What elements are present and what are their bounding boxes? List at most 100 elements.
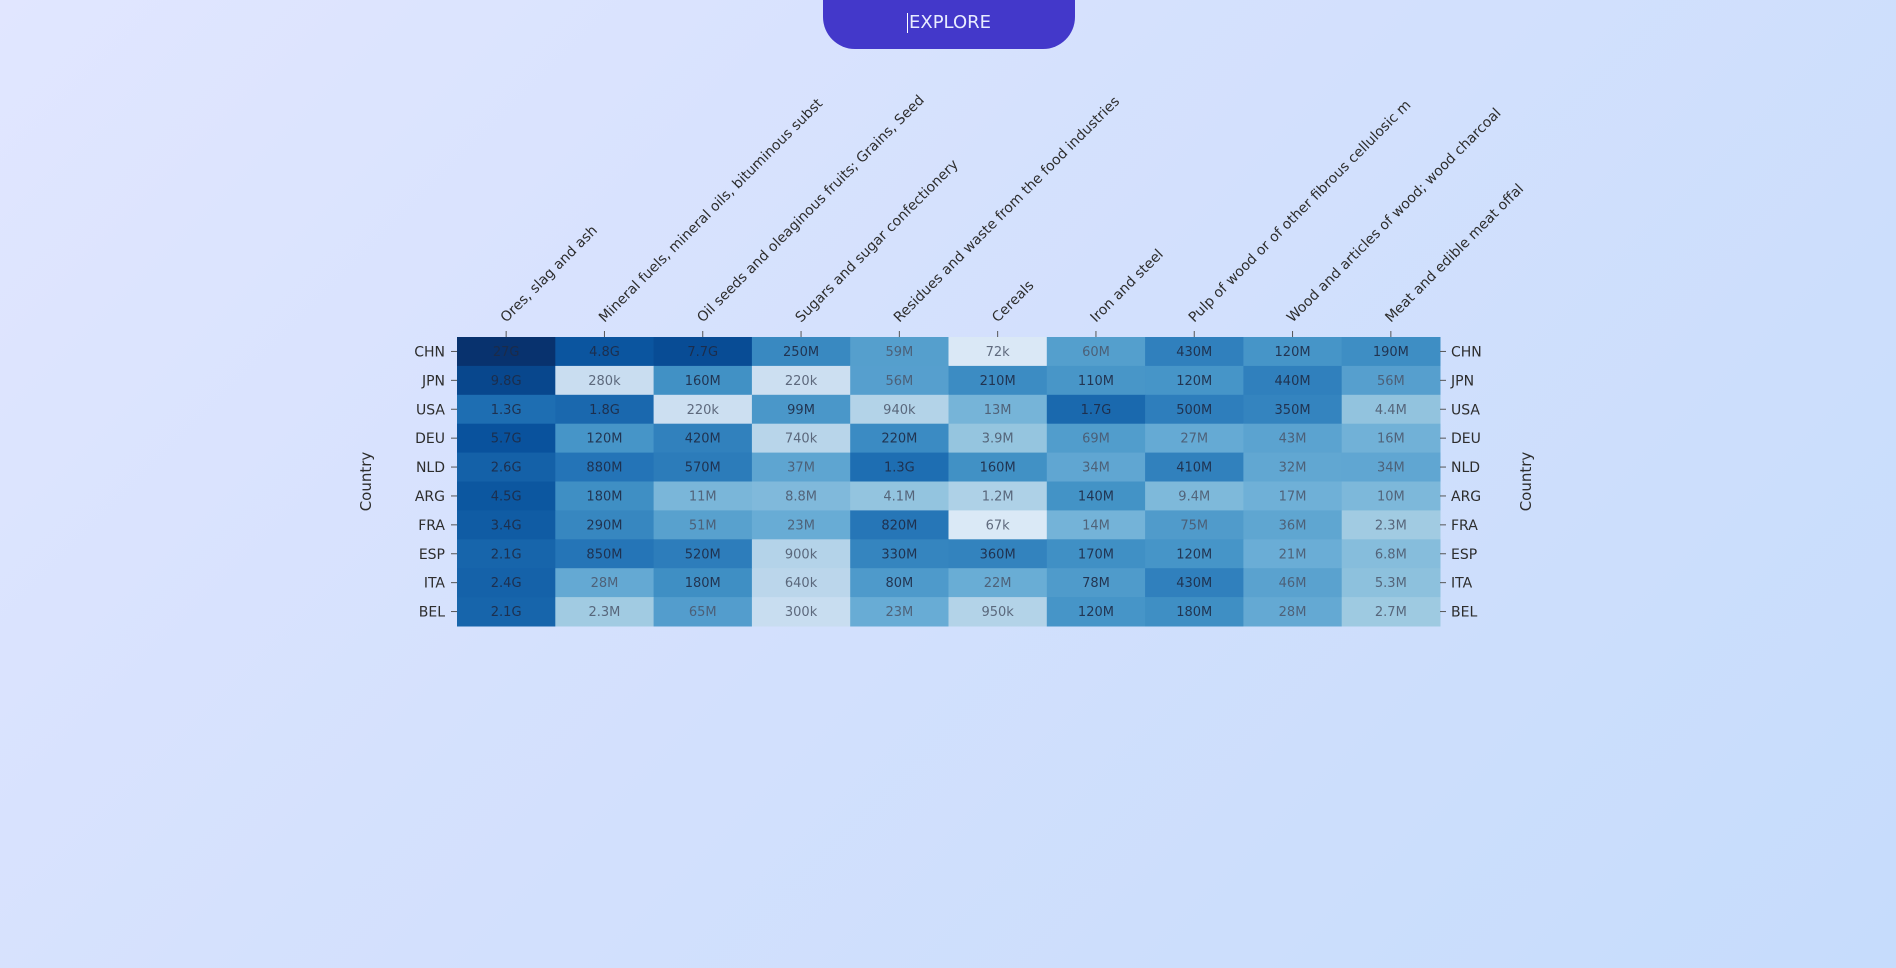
cell-value-label: 59M xyxy=(885,345,913,360)
cell-value-label: 78M xyxy=(1082,576,1110,591)
x-tick-label: Sugars and sugar confectionery xyxy=(793,157,962,326)
heatmap-chart: 27G 4.8G 7.7G 250M 59M 72k 60M 430M 120M 190M 9.8G… xyxy=(357,92,1535,627)
cell-value-label: 2.3M xyxy=(1375,518,1407,533)
cell-value-label: 28M xyxy=(591,576,619,591)
cell-value-label: 34M xyxy=(1082,461,1110,476)
y-tick-label-right: CHN xyxy=(1451,344,1482,360)
cell-value-label: 430M xyxy=(1176,576,1212,591)
cell-value-label: 10M xyxy=(1377,489,1405,504)
cell-value-label: 22M xyxy=(984,576,1012,591)
cell-value-label: 4.5G xyxy=(491,489,522,504)
cell-value-label: 17M xyxy=(1279,489,1307,504)
cell-value-label: 36M xyxy=(1279,518,1307,533)
y-axis-title-right: Country xyxy=(1517,452,1535,512)
cell-value-label: 16M xyxy=(1377,432,1405,447)
y-tick-label-left: JPN xyxy=(421,373,445,389)
x-tick-label: Iron and steel xyxy=(1087,247,1166,326)
cell-value-label: 280k xyxy=(588,374,621,389)
cell-value-label: 9.4M xyxy=(1178,489,1210,504)
y-tick-label-left: ITA xyxy=(424,576,446,592)
cell-value-label: 80M xyxy=(885,576,913,591)
cell-value-label: 2.7M xyxy=(1375,605,1407,620)
cell-value-label: 27M xyxy=(1180,432,1208,447)
x-tick-label: Ores, slag and ash xyxy=(498,223,601,326)
cell-value-label: 220M xyxy=(881,432,917,447)
y-tick-label-left: BEL xyxy=(419,605,445,621)
y-tick-label-right: ITA xyxy=(1451,576,1473,592)
cell-value-label: 180M xyxy=(685,576,721,591)
cell-value-label: 2.3M xyxy=(589,605,621,620)
y-tick-label-left: ESP xyxy=(419,547,445,563)
cell-value-label: 3.9M xyxy=(982,432,1014,447)
cell-value-label: 43M xyxy=(1279,432,1307,447)
cell-value-label: 110M xyxy=(1078,374,1114,389)
cell-value-label: 220k xyxy=(687,403,720,418)
y-tick-label-right: JPN xyxy=(1450,373,1474,389)
cell-value-label: 2.1G xyxy=(491,605,522,620)
cell-value-label: 420M xyxy=(685,432,721,447)
cell-value-label: 410M xyxy=(1176,461,1212,476)
x-tick-label: Pulp of wood or of other fibrous cellulo… xyxy=(1186,97,1415,326)
cell-value-label: 360M xyxy=(980,547,1016,562)
cell-value-label: 350M xyxy=(1275,403,1311,418)
y-tick-label-right: ARG xyxy=(1451,489,1481,505)
cell-value-label: 60M xyxy=(1082,345,1110,360)
cell-value-label: 9.8G xyxy=(491,374,522,389)
cell-value-label: 430M xyxy=(1176,345,1212,360)
cell-value-label: 1.3G xyxy=(884,461,915,476)
x-tick-label: Wood and articles of wood; wood charcoal xyxy=(1284,105,1504,325)
cell-value-label: 880M xyxy=(586,461,622,476)
cell-value-label: 23M xyxy=(787,518,815,533)
cell-value-label: 160M xyxy=(980,461,1016,476)
y-tick-label-right: BEL xyxy=(1451,605,1477,621)
cell-value-label: 34M xyxy=(1377,461,1405,476)
cell-value-label: 5.3M xyxy=(1375,576,1407,591)
cell-value-label: 1.7G xyxy=(1081,403,1112,418)
cell-value-label: 23M xyxy=(885,605,913,620)
cell-value-label: 160M xyxy=(685,374,721,389)
cell-value-label: 220k xyxy=(785,374,818,389)
x-tick-label: Cereals xyxy=(989,278,1037,326)
cell-value-label: 75M xyxy=(1180,518,1208,533)
cell-value-label: 6.8M xyxy=(1375,547,1407,562)
x-tick-label: Mineral fuels, mineral oils, bituminous … xyxy=(596,95,826,325)
cell-value-label: 330M xyxy=(881,547,917,562)
cell-value-label: 120M xyxy=(1078,605,1114,620)
y-tick-label-right: FRA xyxy=(1451,518,1478,534)
cell-value-label: 940k xyxy=(883,403,916,418)
cell-value-label: 67k xyxy=(986,518,1011,533)
x-tick-label: Residues and waste from the food industr… xyxy=(891,94,1123,326)
cell-value-label: 5.7G xyxy=(491,432,522,447)
y-tick-label-left: ARG xyxy=(415,489,445,505)
y-tick-label-left: DEU xyxy=(415,431,445,447)
y-axis-title-left: Country xyxy=(357,452,375,512)
y-tick-label-left: USA xyxy=(416,402,445,418)
cell-value-label: 140M xyxy=(1078,489,1114,504)
y-tick-label-left: CHN xyxy=(414,344,445,360)
cell-value-label: 4.4M xyxy=(1375,403,1407,418)
cell-value-label: 1.3G xyxy=(491,403,522,418)
cell-value-label: 2.1G xyxy=(491,547,522,562)
cell-value-label: 99M xyxy=(787,403,815,418)
cell-value-label: 900k xyxy=(785,547,818,562)
cell-value-label: 820M xyxy=(881,518,917,533)
cell-value-label: 120M xyxy=(1176,374,1212,389)
cell-value-label: 7.7G xyxy=(687,345,718,360)
y-tick-label-right: DEU xyxy=(1451,431,1481,447)
cell-value-label: 2.6G xyxy=(491,461,522,476)
y-tick-label-left: FRA xyxy=(418,518,445,534)
cell-value-label: 1.8G xyxy=(589,403,620,418)
cell-value-label: 46M xyxy=(1279,576,1307,591)
cell-value-label: 27G xyxy=(493,345,520,360)
cell-value-label: 56M xyxy=(1377,374,1405,389)
cell-value-label: 11M xyxy=(689,489,717,504)
cell-value-label: 570M xyxy=(685,461,721,476)
cell-value-label: 120M xyxy=(586,432,622,447)
cell-value-label: 290M xyxy=(586,518,622,533)
cell-value-label: 850M xyxy=(586,547,622,562)
y-tick-label-left: NLD xyxy=(416,460,445,476)
cell-value-label: 300k xyxy=(785,605,818,620)
cell-value-label: 1.2M xyxy=(982,489,1014,504)
cell-value-label: 950k xyxy=(981,605,1014,620)
cell-value-label: 250M xyxy=(783,345,819,360)
